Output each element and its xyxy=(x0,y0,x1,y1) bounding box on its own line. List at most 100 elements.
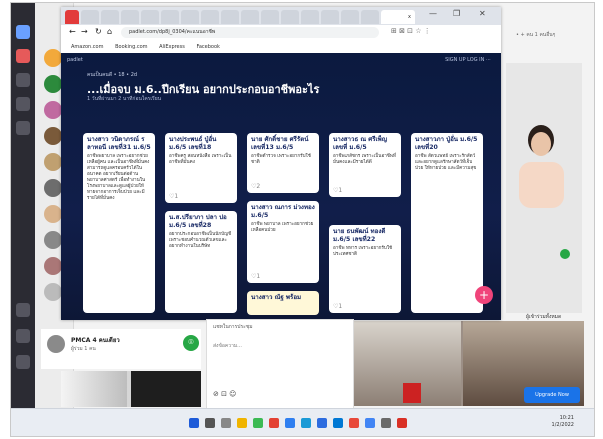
maximize-icon[interactable]: ❐ xyxy=(453,9,460,18)
bookmark-aliexpress[interactable]: AliExpress xyxy=(159,44,185,50)
add-post-button[interactable]: + xyxy=(475,286,493,304)
video-tile-room[interactable] xyxy=(341,321,461,406)
contact-avatar[interactable] xyxy=(44,153,62,171)
bookmark-facebook[interactable]: Facebook xyxy=(196,44,220,50)
address-bar[interactable]: padlet.com/dp8j_0304/คะแนนอาชีพ xyxy=(121,27,379,38)
padlet-card[interactable]: นางสาว วนิดาภรณ์ รลาทอนี เลขที่31 ม.6/5 … xyxy=(83,133,155,313)
tab-active[interactable]: x xyxy=(381,10,415,24)
tab-item[interactable] xyxy=(321,10,339,24)
tab-item[interactable] xyxy=(241,10,259,24)
app-icon[interactable] xyxy=(333,418,343,428)
padlet-card[interactable]: นางประพนธ์ ปู่อั่น ม.6/5 เลขที่18 อาชีพค… xyxy=(165,133,237,203)
tab-item[interactable] xyxy=(101,10,119,24)
video-name: ผู้เข้าร่วมทั้งหมด xyxy=(526,314,562,320)
calendar-icon[interactable] xyxy=(16,97,30,111)
chat-panel: แชทในการประชุม ส่งข้อความ... ⊘ ⊡ ☺ xyxy=(206,319,354,411)
help-icon[interactable] xyxy=(16,355,30,369)
app-icon[interactable] xyxy=(397,418,407,428)
app-icon[interactable] xyxy=(285,418,295,428)
padlet-card[interactable]: น.ส.ปรียาภา ปลา ปอ ม.6/5 เลขที่28 อยากปร… xyxy=(165,211,237,313)
like-icon[interactable]: ♡1 xyxy=(333,187,342,194)
card-body: อาชีพตำรวจ เพราะอยากรับใช้ชาติ xyxy=(251,154,311,165)
tab-item[interactable] xyxy=(161,10,179,24)
app-icon[interactable] xyxy=(301,418,311,428)
extensions-icon[interactable]: ⊞ ⊠ ⊡ ☆ ⋮ xyxy=(391,27,431,35)
app-icon[interactable] xyxy=(317,418,327,428)
tab-item[interactable] xyxy=(261,10,279,24)
tab-item[interactable] xyxy=(201,10,219,24)
browser-toolbar: ← → ↻ ⌂ padlet.com/dp8j_0304/คะแนนอาชีพ … xyxy=(61,25,501,42)
clock[interactable]: 10:21 1/2/2022 xyxy=(552,415,574,429)
chat-title: แชทในการประชุม xyxy=(213,324,253,330)
padlet-card[interactable]: นางสาวภา ปู่อั่น ม.6/5 เลขที่20 อาชีพ สั… xyxy=(411,133,483,313)
contact-avatar[interactable] xyxy=(44,75,62,93)
app-rail xyxy=(11,3,35,408)
video-tile-main[interactable]: ผู้เข้าร่วมทั้งหมด xyxy=(506,63,582,320)
chat-toolbar-icons[interactable]: ⊘ ⊡ ☺ xyxy=(213,390,236,398)
contact-avatar[interactable] xyxy=(44,283,62,301)
card-title: นางสาว วนิดาภรณ์ รลาทอนี เลขที่31 ม.6/5 xyxy=(87,136,151,151)
task-view-icon[interactable] xyxy=(221,418,231,428)
bookmark-amazon[interactable]: Amazon.com xyxy=(71,44,103,50)
card-title: นางสาว ณัฐ พร้อม xyxy=(251,294,302,301)
like-icon[interactable]: ♡1 xyxy=(251,273,260,280)
bookmark-booking[interactable]: Booking.com xyxy=(115,44,147,50)
participant-card[interactable]: PMCA 4 คนเดียว ผู้ร่วม 1 คน ⌾ xyxy=(41,329,201,369)
upgrade-button[interactable]: Upgrade Now xyxy=(524,387,580,403)
home-icon[interactable]: ⌂ xyxy=(107,27,112,36)
settings-icon[interactable] xyxy=(16,329,30,343)
app-icon[interactable] xyxy=(349,418,359,428)
padlet-card[interactable]: นางสาว ณภาร ม่วงทอง ม.6/5 อาชีพ พยาบาล เ… xyxy=(247,201,319,283)
chat-icon[interactable] xyxy=(16,49,30,63)
like-icon[interactable]: ♡1 xyxy=(169,193,178,200)
forward-icon[interactable]: → xyxy=(81,27,88,36)
padlet-card[interactable]: นางสาวธ ณ ศรีเพ็ญ เลขที่ ม.6/5 อาชีพเภสั… xyxy=(329,133,401,197)
app-logo-icon[interactable] xyxy=(65,10,79,24)
contact-avatar[interactable] xyxy=(44,257,62,275)
chat-input[interactable]: ส่งข้อความ... xyxy=(213,342,242,350)
tab-item[interactable] xyxy=(221,10,239,24)
file-explorer-icon[interactable] xyxy=(237,418,247,428)
contact-avatar[interactable] xyxy=(44,179,62,197)
contact-avatar[interactable] xyxy=(44,49,62,67)
padlet-auth-links[interactable]: SIGN UP LOG IN ⋯ xyxy=(445,57,491,63)
apps-icon[interactable] xyxy=(16,303,30,317)
shared-image[interactable] xyxy=(131,371,201,407)
app-icon[interactable] xyxy=(253,418,263,428)
files-icon[interactable] xyxy=(16,121,30,135)
like-icon[interactable]: ♡1 xyxy=(333,303,342,310)
padlet-card[interactable]: นางสาว ณัฐ พร้อม xyxy=(247,291,319,315)
shared-images[interactable] xyxy=(61,371,201,407)
close-icon[interactable]: ✕ xyxy=(479,9,486,18)
minimize-icon[interactable]: — xyxy=(429,9,437,18)
shared-image[interactable] xyxy=(61,371,127,407)
tab-item[interactable] xyxy=(141,10,159,24)
tab-item[interactable] xyxy=(121,10,139,24)
app-icon[interactable] xyxy=(269,418,279,428)
tab-item[interactable] xyxy=(361,10,379,24)
tab-item[interactable] xyxy=(281,10,299,24)
tab-item[interactable] xyxy=(341,10,359,24)
reload-icon[interactable]: ↻ xyxy=(95,27,102,36)
back-icon[interactable]: ← xyxy=(69,27,76,36)
tab-item[interactable] xyxy=(181,10,199,24)
start-icon[interactable] xyxy=(189,418,199,428)
contact-avatar[interactable] xyxy=(44,127,62,145)
padlet-logo[interactable]: padlet xyxy=(67,57,83,63)
contact-avatar[interactable] xyxy=(44,101,62,119)
call-icon[interactable]: ⌾ xyxy=(183,335,199,351)
tab-item[interactable] xyxy=(81,10,99,24)
contact-avatar[interactable] xyxy=(44,205,62,223)
search-icon[interactable] xyxy=(205,418,215,428)
card-title: นาย ศักดิ์ชาย ศรีรัตน์ เลขที่13 ม.6/5 xyxy=(251,136,309,151)
people-icon[interactable] xyxy=(16,73,30,87)
like-icon[interactable]: ♡2 xyxy=(251,183,260,190)
chrome-icon[interactable] xyxy=(365,418,375,428)
tab-close-icon[interactable]: x xyxy=(408,10,411,24)
tab-item[interactable] xyxy=(301,10,319,24)
padlet-card[interactable]: นาย ศักดิ์ชาย ศรีรัตน์ เลขที่13 ม.6/5 อา… xyxy=(247,133,319,193)
contact-avatar[interactable] xyxy=(44,231,62,249)
app-icon[interactable] xyxy=(381,418,391,428)
home-icon[interactable] xyxy=(16,25,30,39)
padlet-card[interactable]: นาย ธนพัฒน์ ทองดี ม.6/5 เลขที่22 อาชีพ ท… xyxy=(329,225,401,313)
